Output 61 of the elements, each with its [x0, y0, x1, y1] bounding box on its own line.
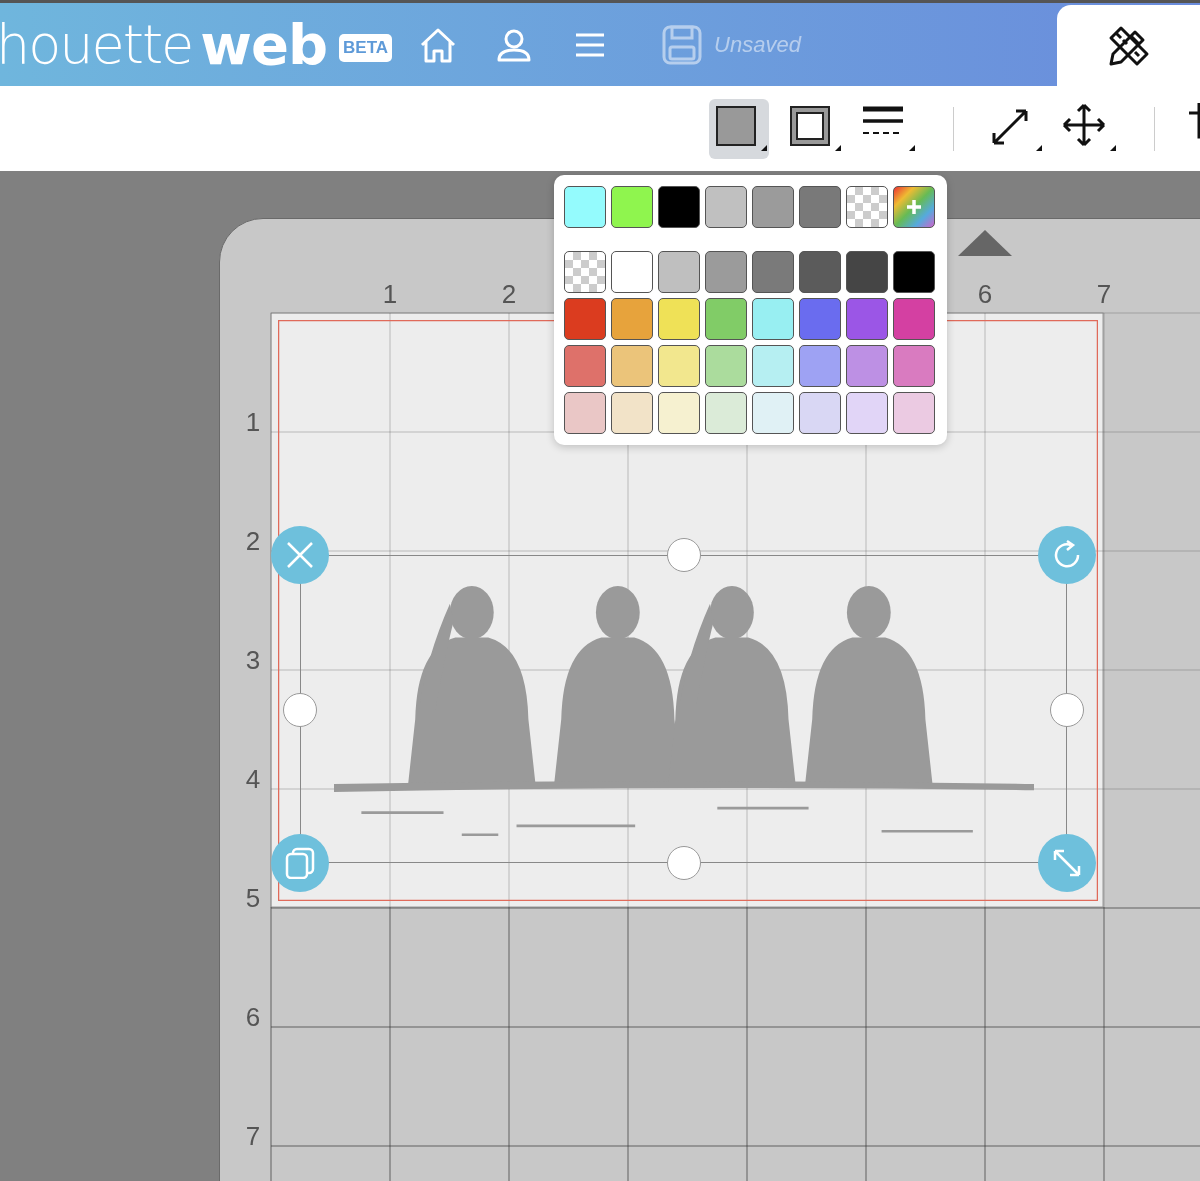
ruler-number: 2: [500, 279, 518, 309]
color-swatch[interactable]: [611, 345, 653, 387]
color-swatch[interactable]: [564, 298, 606, 340]
color-swatch[interactable]: [705, 186, 747, 228]
color-swatch[interactable]: [658, 186, 700, 228]
design-tab[interactable]: [1057, 5, 1200, 86]
color-swatch[interactable]: [752, 186, 794, 228]
color-swatch[interactable]: [658, 392, 700, 434]
ruler-number: 1: [244, 407, 262, 437]
color-swatch[interactable]: [799, 298, 841, 340]
color-swatch[interactable]: [564, 345, 606, 387]
color-swatch[interactable]: [658, 251, 700, 293]
color-swatch[interactable]: [893, 251, 935, 293]
color-swatch[interactable]: [846, 251, 888, 293]
ruler-number: 1: [381, 279, 399, 309]
color-swatch[interactable]: [846, 392, 888, 434]
color-swatch[interactable]: [799, 392, 841, 434]
ruler-number: 2: [244, 526, 262, 556]
triangle-icon: [958, 230, 1012, 256]
color-swatch[interactable]: [705, 298, 747, 340]
logo-text: houette: [0, 17, 193, 72]
ruler-number: 3: [244, 645, 262, 675]
copy-icon: [284, 847, 316, 879]
color-swatch[interactable]: [799, 251, 841, 293]
color-swatch[interactable]: [611, 251, 653, 293]
plus-icon: [905, 198, 923, 216]
color-swatch[interactable]: [752, 345, 794, 387]
color-swatch[interactable]: [893, 345, 935, 387]
color-swatch[interactable]: [564, 392, 606, 434]
color-swatch[interactable]: [846, 345, 888, 387]
save-status: Unsaved: [714, 31, 801, 58]
color-swatch[interactable]: [658, 345, 700, 387]
color-swatch[interactable]: [658, 298, 700, 340]
ruler-number: 6: [244, 1002, 262, 1032]
ruler-number: 7: [1095, 279, 1113, 309]
color-swatch[interactable]: [564, 186, 606, 228]
logo-text: web: [200, 16, 328, 73]
color-swatch[interactable]: [799, 345, 841, 387]
transparent-swatch[interactable]: [846, 186, 888, 228]
fill-color-button[interactable]: [709, 98, 769, 159]
ruler-number: 6: [976, 279, 994, 309]
color-swatch[interactable]: [893, 298, 935, 340]
color-swatch[interactable]: [846, 298, 888, 340]
ruler-number: 5: [244, 883, 262, 913]
transparent-swatch[interactable]: [564, 251, 606, 293]
color-swatch[interactable]: [893, 392, 935, 434]
beta-badge: BETA: [339, 33, 393, 62]
color-swatch[interactable]: [611, 392, 653, 434]
custom-color-button[interactable]: [893, 186, 935, 228]
color-swatch[interactable]: [705, 251, 747, 293]
ruler-number: 4: [244, 764, 262, 794]
color-swatch[interactable]: [611, 186, 653, 228]
color-swatch[interactable]: [752, 298, 794, 340]
color-swatch[interactable]: [705, 345, 747, 387]
color-swatch[interactable]: [799, 186, 841, 228]
diagonal-arrow-icon: [1051, 847, 1083, 879]
color-swatch[interactable]: [705, 392, 747, 434]
color-swatch[interactable]: [611, 298, 653, 340]
color-swatch[interactable]: [752, 251, 794, 293]
ruler-number: 7: [244, 1121, 262, 1151]
color-swatch[interactable]: [752, 392, 794, 434]
